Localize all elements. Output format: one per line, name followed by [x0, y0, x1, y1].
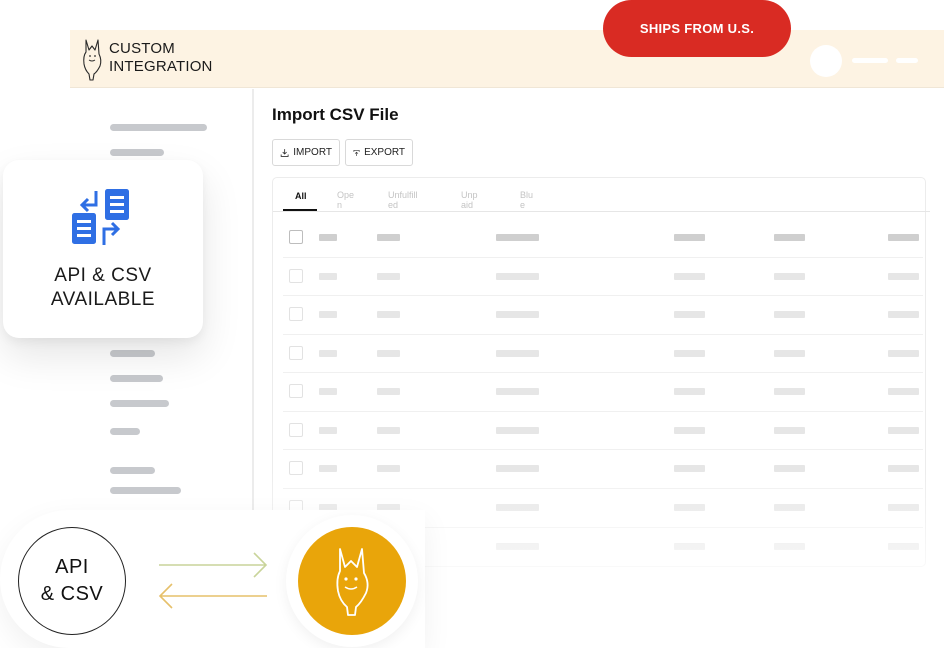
tab-all[interactable]: All	[295, 191, 307, 201]
row-checkbox[interactable]	[289, 269, 303, 283]
table-cell-placeholder	[888, 273, 919, 280]
table-cell-placeholder	[774, 427, 805, 434]
row-checkbox[interactable]	[289, 423, 303, 437]
table-cell-placeholder	[319, 388, 337, 395]
row-divider	[283, 411, 923, 412]
api-line-1: API	[55, 556, 89, 578]
api-csv-circle: API & CSV	[18, 527, 126, 635]
export-label: EXPORT	[364, 147, 405, 158]
table-cell-placeholder	[319, 350, 337, 357]
avatar[interactable]	[810, 45, 842, 77]
table-cell-placeholder	[319, 234, 337, 241]
table-cell-placeholder	[496, 234, 539, 241]
header-placeholder-bar	[896, 58, 918, 63]
row-checkbox[interactable]	[289, 230, 303, 244]
tab-open[interactable]: Open	[337, 190, 357, 210]
tabs-divider	[273, 211, 930, 212]
card-line-1: API & CSV	[54, 265, 152, 286]
upload-icon	[353, 149, 360, 156]
api-csv-transfer-icon	[72, 189, 129, 245]
table-cell-placeholder	[319, 427, 337, 434]
card-line-2: AVAILABLE	[50, 289, 156, 310]
table-cell-placeholder	[774, 388, 805, 395]
sidebar-item[interactable]	[110, 428, 140, 435]
row-divider	[283, 257, 923, 258]
page-title: Import CSV File	[272, 105, 399, 124]
table-cell-placeholder	[377, 311, 400, 318]
sidebar-item[interactable]	[110, 487, 181, 494]
brand-line-1: CUSTOM	[109, 40, 175, 57]
row-checkbox[interactable]	[289, 307, 303, 321]
api-csv-available-text: API & CSV AVAILABLE	[3, 264, 203, 312]
table-cell-placeholder	[496, 311, 539, 318]
table-cell-placeholder	[888, 350, 919, 357]
table-cell-placeholder	[674, 350, 705, 357]
table-cell-placeholder	[496, 427, 539, 434]
table-cell-placeholder	[888, 234, 919, 241]
table-cell-placeholder	[377, 273, 400, 280]
table-cell-placeholder	[888, 388, 919, 395]
sidebar-item[interactable]	[110, 149, 164, 156]
brand-line-2: INTEGRATION	[109, 58, 213, 75]
table-cell-placeholder	[674, 273, 705, 280]
row-divider	[283, 334, 923, 335]
ships-from-us-badge: SHIPS FROM U.S.	[603, 0, 791, 57]
row-divider	[283, 295, 923, 296]
sidebar-item[interactable]	[110, 350, 155, 357]
sidebar-item[interactable]	[110, 467, 155, 474]
table-cell-placeholder	[319, 273, 337, 280]
api-line-2: & CSV	[40, 583, 104, 605]
brand-circle	[298, 527, 406, 635]
table-cell-placeholder	[774, 234, 805, 241]
table-cell-placeholder	[377, 234, 400, 241]
row-checkbox[interactable]	[289, 346, 303, 360]
table-cell-placeholder	[319, 311, 337, 318]
bidirectional-arrows-icon	[158, 552, 268, 609]
table-cell-placeholder	[496, 273, 539, 280]
tab-blue[interactable]: Blue	[520, 190, 536, 210]
row-divider	[283, 449, 923, 450]
table-cell-placeholder	[674, 427, 705, 434]
brand-name: CUSTOM INTEGRATION	[109, 40, 213, 76]
table-cell-placeholder	[496, 388, 539, 395]
table-cell-placeholder	[377, 388, 400, 395]
sidebar-item[interactable]	[110, 400, 169, 407]
table-cell-placeholder	[674, 388, 705, 395]
sidebar-item[interactable]	[110, 375, 163, 382]
api-csv-card: API & CSV AVAILABLE	[3, 160, 203, 338]
table-cell-placeholder	[377, 350, 400, 357]
import-button[interactable]: IMPORT	[272, 139, 340, 166]
header-placeholder-bar	[852, 58, 888, 63]
row-divider	[283, 372, 923, 373]
app-header: CUSTOM INTEGRATION	[70, 30, 944, 88]
table-cell-placeholder	[674, 234, 705, 241]
table-cell-placeholder	[774, 273, 805, 280]
download-icon	[280, 148, 289, 157]
dog-head-logo-icon	[336, 548, 369, 616]
row-checkbox[interactable]	[289, 384, 303, 398]
table-cell-placeholder	[674, 311, 705, 318]
table-cell-placeholder	[774, 311, 805, 318]
table-cell-placeholder	[888, 311, 919, 318]
sidebar-item[interactable]	[110, 124, 207, 131]
table-cell-placeholder	[888, 427, 919, 434]
tab-unpaid[interactable]: Unpaid	[461, 190, 481, 210]
table-cell-placeholder	[377, 427, 400, 434]
dog-head-logo-icon	[83, 39, 102, 81]
table-cell-placeholder	[496, 350, 539, 357]
table-cell-placeholder	[774, 350, 805, 357]
import-label: IMPORT	[293, 147, 332, 158]
tab-unfulfilled[interactable]: Unfulfilled	[388, 190, 422, 210]
export-button[interactable]: EXPORT	[345, 139, 413, 166]
